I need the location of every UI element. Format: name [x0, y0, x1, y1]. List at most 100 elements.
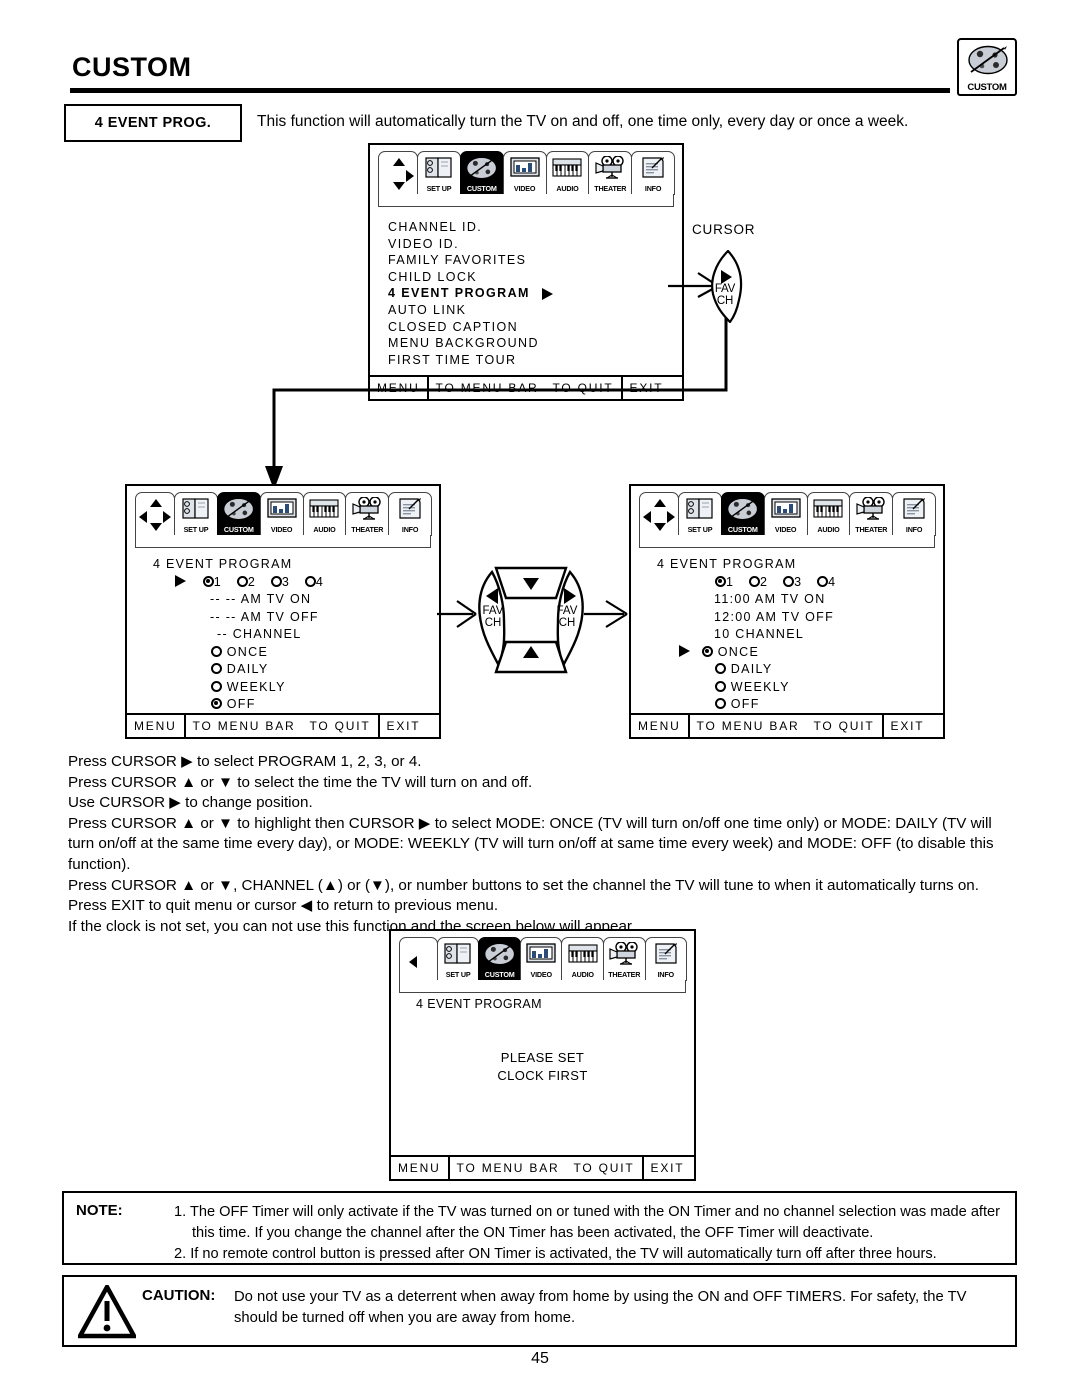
mode-row-daily[interactable]: DAILY — [211, 661, 429, 679]
tab-custom[interactable]: CUSTOM — [459, 151, 504, 195]
mode-radio-once[interactable] — [211, 645, 222, 657]
mode-radio-daily[interactable] — [715, 663, 726, 674]
tab-theater[interactable]: THEATER — [345, 492, 390, 536]
tab-info[interactable]: INFO — [892, 492, 936, 536]
section-badge: 4 EVENT PROG. — [64, 104, 242, 142]
tab-cursor-arrows[interactable] — [135, 492, 176, 536]
document-icon — [893, 495, 935, 523]
mode-radio-weekly[interactable] — [715, 680, 726, 692]
menu-item-channel-id[interactable]: CHANNEL ID. — [388, 219, 672, 236]
palette-icon — [218, 495, 260, 523]
tab-set-up[interactable]: SET UP — [417, 151, 461, 195]
footer-menu[interactable]: MENU — [391, 1157, 448, 1179]
program-radio-4[interactable] — [817, 575, 829, 587]
program-radio-1[interactable] — [715, 575, 726, 587]
channel-row[interactable]: 10 CHANNEL — [714, 626, 933, 644]
channel-row[interactable]: -- CHANNEL — [217, 626, 429, 644]
off-time-row[interactable]: -- -- AM TV OFF — [210, 609, 429, 627]
program-radio-2[interactable] — [236, 575, 248, 587]
program-radio-3[interactable] — [783, 575, 795, 587]
footer-exit[interactable]: EXIT — [641, 1157, 692, 1179]
dpad-control[interactable]: FAV CH FAV CH — [466, 564, 596, 676]
mode-label-daily: DAILY — [226, 662, 269, 676]
tab-audio[interactable]: AUDIO — [545, 151, 590, 195]
dpad-left-ch-label: CH — [484, 616, 502, 629]
tab-set-up[interactable]: SET UP — [174, 492, 218, 536]
mode-radio-weekly[interactable] — [211, 680, 222, 692]
menu-item-family-favorites[interactable]: FAMILY FAVORITES — [388, 252, 672, 269]
tab-audio[interactable]: AUDIO — [806, 492, 851, 536]
footer-menu[interactable]: MENU — [631, 715, 688, 737]
tab-custom[interactable]: CUSTOM — [720, 492, 765, 536]
mode-row-off[interactable]: OFF — [715, 696, 933, 714]
tab-video[interactable]: VIDEO — [259, 492, 304, 536]
osd-footer-bar: MENU TO MENU BAR TO QUIT EXIT — [631, 713, 943, 737]
tab-info[interactable]: INFO — [631, 151, 675, 195]
mode-row-off[interactable]: OFF — [211, 696, 429, 714]
footer-exit[interactable]: EXIT — [881, 715, 932, 737]
tab-info[interactable]: INFO — [388, 492, 432, 536]
tab-video[interactable]: VIDEO — [519, 937, 563, 981]
tab-label: AUDIO — [571, 969, 594, 979]
tab-label: SET UP — [687, 524, 713, 534]
mode-row-daily[interactable]: DAILY — [715, 661, 933, 679]
tab-info[interactable]: INFO — [644, 937, 688, 981]
palette-icon — [479, 940, 520, 968]
menu-bar: SET UP CUSTOM VIDEO AUDIO THEATER INFO — [399, 937, 688, 993]
tab-custom[interactable]: CUSTOM — [216, 492, 261, 536]
tab-set-up[interactable]: SET UP — [678, 492, 722, 536]
tab-theater[interactable]: THEATER — [602, 937, 646, 981]
tab-label: THEATER — [594, 183, 627, 193]
on-time-row[interactable]: 11:00 AM TV ON — [714, 591, 933, 609]
note-item-1: 1. The OFF Timer will only activate if t… — [174, 1204, 1001, 1241]
mode-row-once[interactable]: ONCE — [211, 644, 429, 662]
mode-label-once: ONCE — [717, 644, 760, 659]
program-radio-2[interactable] — [749, 575, 761, 587]
menu-item-auto-link[interactable]: AUTO LINK — [388, 302, 672, 319]
tab-label: VIDEO — [530, 969, 552, 979]
tab-audio[interactable]: AUDIO — [302, 492, 347, 536]
tab-custom[interactable]: CUSTOM — [478, 937, 521, 981]
footer-exit[interactable]: EXIT — [377, 715, 428, 737]
menu-item-4-event-program[interactable]: 4 EVENT PROGRAM — [388, 285, 672, 302]
menu-item-video-id[interactable]: VIDEO ID. — [388, 236, 672, 253]
warning-triangle-icon — [78, 1285, 136, 1339]
program-radio-1[interactable] — [202, 575, 214, 587]
menu-bar-underline — [399, 980, 686, 993]
program-radio-4[interactable] — [304, 575, 316, 587]
tab-set-up[interactable]: SET UP — [436, 937, 480, 981]
tab-audio[interactable]: AUDIO — [561, 937, 604, 981]
flow-connector-top-to-left — [265, 318, 728, 490]
off-time-row[interactable]: 12:00 AM TV OFF — [714, 609, 933, 627]
program-radio-3[interactable] — [270, 575, 282, 587]
mode-radio-daily[interactable] — [211, 663, 222, 674]
mode-radio-off[interactable] — [715, 698, 726, 709]
footer-menu[interactable]: MENU — [127, 715, 184, 737]
clock-warning-heading: 4 EVENT PROGRAM — [416, 997, 542, 1011]
tab-label: AUDIO — [313, 524, 336, 534]
on-time-row[interactable]: -- -- AM TV ON — [210, 591, 429, 609]
fav-ch-right-key[interactable]: FAV CH — [706, 249, 746, 324]
mode-radio-once[interactable] — [702, 645, 713, 657]
footer-to-menu-bar: TO MENU BAR — [183, 715, 303, 737]
mode-radio-off[interactable] — [211, 698, 222, 709]
clock-warning-message: PLEASE SET CLOCK FIRST — [391, 1049, 694, 1085]
mode-row-weekly[interactable]: WEEKLY — [211, 679, 429, 697]
tab-video[interactable]: VIDEO — [502, 151, 547, 195]
mode-row-once[interactable]: ONCE — [679, 644, 933, 662]
tab-label: CUSTOM — [466, 183, 497, 193]
tab-label: CUSTOM — [223, 524, 254, 534]
mode-row-weekly[interactable]: WEEKLY — [715, 679, 933, 697]
mode-label-off: OFF — [730, 697, 760, 711]
tab-cursor-arrows[interactable] — [399, 937, 438, 981]
tab-cursor-arrows[interactable] — [378, 151, 419, 195]
tab-cursor-arrows[interactable] — [639, 492, 680, 536]
menu-bar-underline — [378, 194, 674, 207]
tab-label: VIDEO — [513, 183, 536, 193]
tab-theater[interactable]: THEATER — [849, 492, 894, 536]
menu-item-child-lock[interactable]: CHILD LOCK — [388, 269, 672, 286]
program-label-3: 3 — [794, 574, 803, 589]
tab-video[interactable]: VIDEO — [763, 492, 808, 536]
tab-theater[interactable]: THEATER — [588, 151, 633, 195]
ch-label: CH — [716, 294, 734, 307]
